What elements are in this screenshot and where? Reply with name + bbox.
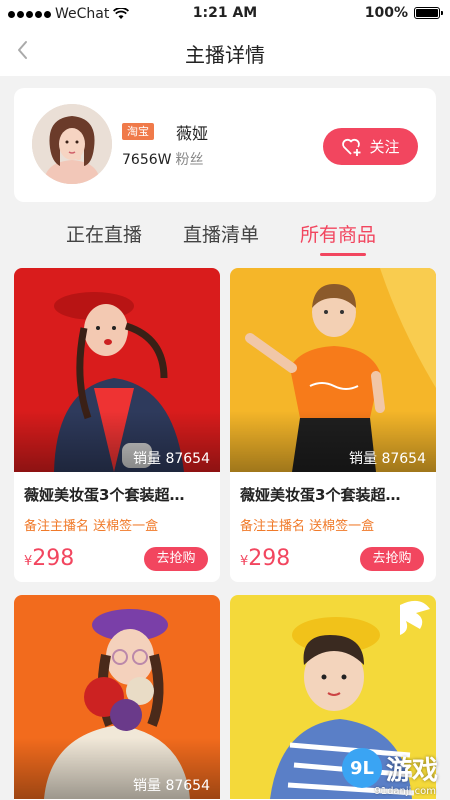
product-note: 备注主播名 送棉签一盒	[24, 519, 159, 534]
anchor-name: 薇娅	[176, 124, 209, 143]
tab-all-products[interactable]: 所有商品	[300, 220, 376, 247]
product-card[interactable]: 销量 87654 薇娅美妆蛋3个套装超… 备注主播名 送棉签一盒 ¥298 去抢…	[14, 268, 220, 582]
tab-live-list[interactable]: 直播清单	[183, 220, 259, 247]
product-image[interactable]	[14, 595, 220, 799]
platform-badge: 淘宝	[122, 123, 154, 140]
sales-count: 销量 87654	[349, 451, 426, 467]
boy-orange-tshirt-photo	[230, 268, 436, 472]
fans-label: 粉丝	[175, 152, 204, 168]
product-card[interactable]: 销量 87654 薇娅美妆蛋3个套装超… 备注主播名 送棉签一盒 ¥298 去抢…	[230, 268, 436, 582]
nav-bar: 主播详情	[0, 28, 450, 76]
girl-red-coat-photo	[14, 268, 220, 472]
active-tab-indicator	[320, 253, 366, 256]
watermark-text: 游戏	[385, 755, 438, 786]
tab-live-now[interactable]: 正在直播	[66, 220, 142, 247]
follow-button[interactable]: 关注	[323, 128, 418, 165]
product-title: 薇娅美妆蛋3个套装超…	[24, 486, 185, 504]
fans-number: 7656W	[122, 152, 172, 168]
price-value: 298	[32, 546, 75, 571]
fans-count: 7656W 粉丝	[122, 149, 203, 169]
anchor-avatar-image	[32, 104, 112, 184]
sales-count: 销量 87654	[133, 451, 210, 467]
product-price: ¥298	[24, 546, 74, 571]
product-image[interactable]	[230, 268, 436, 472]
product-card[interactable]: 销量 87654	[14, 595, 220, 800]
product-note: 备注主播名 送棉签一盒	[240, 519, 375, 534]
avatar[interactable]	[32, 104, 112, 184]
buy-button[interactable]: 去抢购	[144, 547, 208, 571]
site-watermark: 9L 游戏	[341, 748, 438, 788]
watermark-logo: 9L	[341, 748, 382, 788]
buy-button[interactable]: 去抢购	[360, 547, 424, 571]
watermark-url: 91danji.com	[374, 786, 436, 797]
page-title: 主播详情	[185, 43, 265, 67]
price-value: 298	[248, 546, 291, 571]
heart-plus-icon	[342, 138, 361, 156]
battery-percent: 100%	[364, 5, 408, 21]
battery-icon	[414, 7, 443, 19]
follow-label: 关注	[369, 138, 400, 156]
product-image[interactable]	[14, 268, 220, 472]
product-price: ¥298	[240, 546, 290, 571]
anchor-profile-card: 淘宝 薇娅 7656W 粉丝 关注	[14, 88, 436, 202]
product-title: 薇娅美妆蛋3个套装超…	[240, 486, 401, 504]
tab-bar: 正在直播 直播清单 所有商品	[0, 214, 450, 258]
status-bar: WeChat 1:21 AM 100%	[0, 0, 450, 28]
girl-purple-beret-photo	[14, 595, 220, 799]
sales-count: 销量 87654	[133, 778, 210, 794]
